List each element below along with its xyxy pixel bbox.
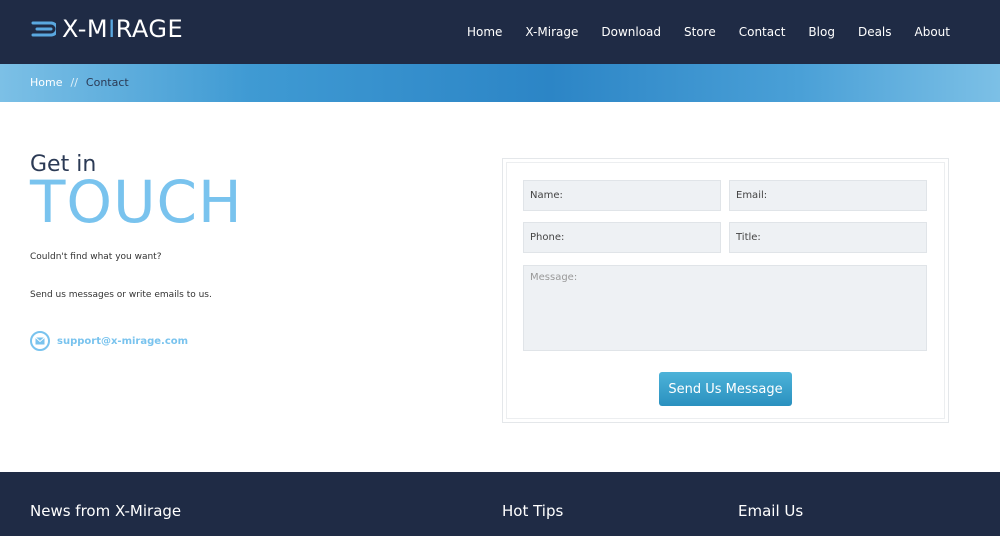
email-input[interactable] — [729, 180, 927, 211]
phone-input[interactable] — [523, 222, 721, 253]
intro-line-1: Couldn't find what you want? — [30, 252, 162, 262]
nav-about[interactable]: About — [915, 25, 950, 39]
nav-deals[interactable]: Deals — [858, 25, 892, 39]
message-textarea[interactable] — [523, 265, 927, 351]
breadcrumb-current: Contact — [85, 76, 129, 89]
nav-x-mirage[interactable]: X-Mirage — [525, 25, 578, 39]
site-logo[interactable]: X-MIRAGE — [30, 14, 183, 44]
top-header: X-MIRAGE Home X-Mirage Download Store Co… — [0, 0, 1000, 64]
nav-home[interactable]: Home — [467, 25, 502, 39]
nav-contact[interactable]: Contact — [739, 25, 786, 39]
mail-icon — [30, 331, 50, 351]
support-email-row: support@x-mirage.com — [30, 330, 188, 352]
breadcrumb: Home // Contact — [30, 64, 129, 102]
logo-icon — [31, 21, 56, 37]
send-message-button[interactable]: Send Us Message — [659, 372, 792, 406]
support-email-link[interactable]: support@x-mirage.com — [57, 336, 188, 347]
nav-store[interactable]: Store — [684, 25, 716, 39]
name-input[interactable] — [523, 180, 721, 211]
footer-news-heading: News from X-Mirage — [30, 502, 182, 520]
breadcrumb-separator: // — [70, 76, 78, 89]
breadcrumb-home[interactable]: Home — [30, 76, 62, 89]
nav-download[interactable]: Download — [601, 25, 661, 39]
title-input[interactable] — [729, 222, 927, 253]
nav-blog[interactable]: Blog — [808, 25, 835, 39]
touch-heading: TOUCH — [30, 168, 243, 236]
logo-text: X-MIRAGE — [62, 15, 184, 43]
footer-email-us-heading: Email Us — [738, 502, 804, 520]
main-nav: Home X-Mirage Download Store Contact Blo… — [444, 0, 950, 64]
intro-line-2: Send us messages or write emails to us. — [30, 290, 212, 300]
breadcrumb-bar: Home // Contact — [0, 64, 1000, 102]
footer-hot-tips-heading: Hot Tips — [502, 502, 564, 520]
